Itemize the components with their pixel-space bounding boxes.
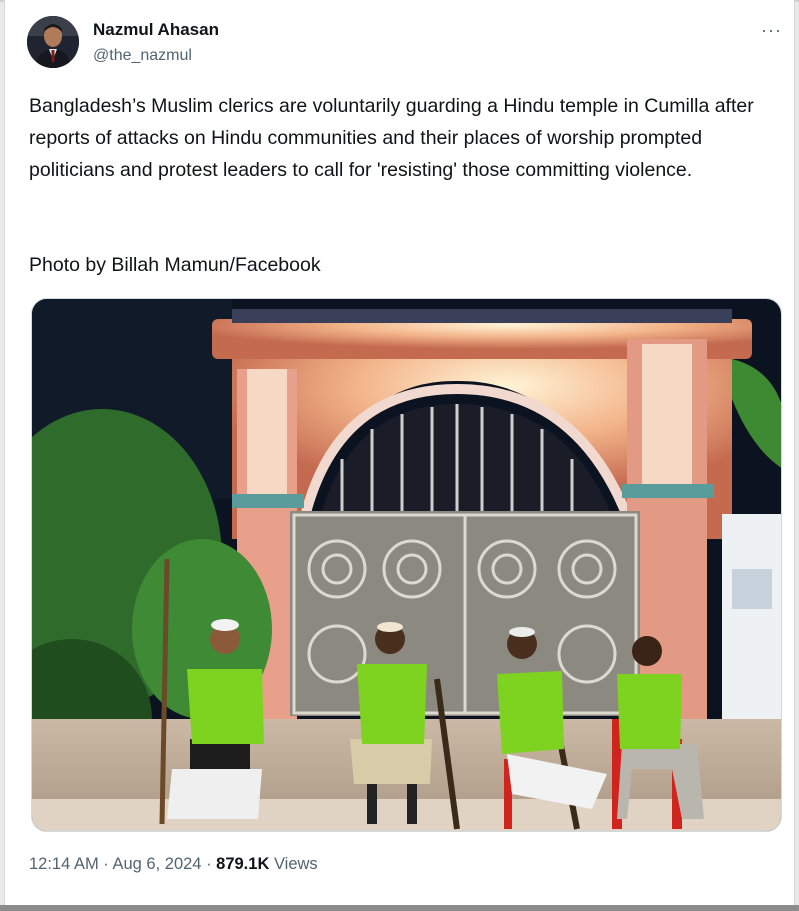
photo-credit: Photo by Billah Mamun/Facebook (29, 254, 321, 276)
avatar[interactable] (27, 16, 79, 68)
tweet-header: Nazmul Ahasan @the_nazmul ··· (27, 14, 782, 74)
meta-separator: · (201, 855, 217, 873)
tweet-meta: 12:14 AM · Aug 6, 2024 · 879.1K Views (29, 855, 318, 874)
author-handle[interactable]: @the_nazmul (93, 47, 192, 65)
avatar-image (27, 16, 79, 68)
author-name[interactable]: Nazmul Ahasan (93, 20, 219, 40)
tweet-time[interactable]: 12:14 AM (29, 855, 99, 873)
tweet-text: Bangladesh’s Muslim clerics are voluntar… (29, 95, 754, 181)
tweet-photo[interactable] (31, 298, 782, 832)
temple-gate-photo (32, 299, 781, 831)
views-count: 879.1K (216, 855, 270, 873)
tweet-date[interactable]: Aug 6, 2024 (112, 855, 201, 873)
more-options-icon[interactable]: ··· (761, 20, 782, 41)
meta-separator: · (98, 855, 113, 873)
tweet-card: Nazmul Ahasan @the_nazmul ··· Bangladesh… (4, 0, 795, 905)
views-label: Views (269, 855, 318, 873)
bottom-edge (0, 905, 799, 911)
